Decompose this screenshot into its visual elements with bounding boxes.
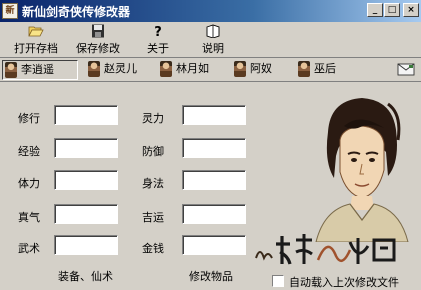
tab-zhao-linger[interactable]: 赵灵儿 xyxy=(86,60,150,80)
xiuxing-field[interactable] xyxy=(54,105,118,125)
equip-skills-button[interactable]: 装备、仙术 xyxy=(58,268,113,284)
about-label: 关于 xyxy=(147,42,169,55)
lingli-field[interactable] xyxy=(182,105,246,125)
stat-label-zhenqi: 真气 xyxy=(18,211,40,224)
wushu-field[interactable] xyxy=(54,235,118,255)
svg-text:?: ? xyxy=(154,25,162,38)
tab-label: 赵灵儿 xyxy=(104,62,137,75)
stat-label-xiuxing: 修行 xyxy=(18,112,40,125)
tab-label: 巫后 xyxy=(314,62,336,75)
stat-label-jingyan: 经验 xyxy=(18,145,40,158)
save-changes-label: 保存修改 xyxy=(76,42,120,55)
fangyu-field[interactable] xyxy=(182,138,246,158)
minimize-button[interactable]: _ xyxy=(367,3,383,17)
book-icon xyxy=(206,24,220,38)
help-label: 说明 xyxy=(202,42,224,55)
toolbar: 打开存档 保存修改 ? 关于 说明 xyxy=(0,22,421,58)
zhenqi-field[interactable] xyxy=(54,204,118,224)
character-tabs: 李逍遥 赵灵儿 林月如 阿奴 巫后 xyxy=(0,58,421,82)
stat-label-shenfa: 身法 xyxy=(142,177,164,190)
help-button[interactable]: 说明 xyxy=(195,24,231,56)
shenfa-field[interactable] xyxy=(182,170,246,190)
tili-field[interactable] xyxy=(54,170,118,190)
envelope-icon[interactable] xyxy=(397,63,415,76)
tab-label: 李逍遥 xyxy=(21,63,54,76)
auto-load-label: 自动载入上次修改文件 xyxy=(289,276,399,289)
app-icon[interactable]: 新 xyxy=(2,3,18,19)
tab-wuhou[interactable]: 巫后 xyxy=(296,60,352,80)
auto-load-checkbox[interactable] xyxy=(272,275,284,287)
maximize-button[interactable]: □ xyxy=(384,3,400,17)
jinqian-field[interactable] xyxy=(182,235,246,255)
window-title: 新仙剑奇侠传修改器 xyxy=(22,5,131,19)
stat-label-fangyu: 防御 xyxy=(142,145,164,158)
title-bar[interactable]: 新 新仙剑奇侠传修改器 _ □ × xyxy=(0,0,421,22)
character-portrait-icon xyxy=(234,61,246,77)
stat-label-wushu: 武术 xyxy=(18,242,40,255)
tab-label: 林月如 xyxy=(176,62,209,75)
tab-lin-yueru[interactable]: 林月如 xyxy=(158,60,224,80)
close-button[interactable]: × xyxy=(403,3,419,17)
open-save-button[interactable]: 打开存档 xyxy=(10,24,62,56)
stat-label-jiyun: 吉运 xyxy=(142,211,164,224)
jingyan-field[interactable] xyxy=(54,138,118,158)
character-illustration xyxy=(315,98,409,242)
open-folder-icon xyxy=(28,26,44,37)
character-portrait-icon xyxy=(298,61,310,77)
app-window: 新 新仙剑奇侠传修改器 _ □ × 打开存档 保存修改 ? 关于 说明 李逍遥 … xyxy=(0,0,421,289)
about-button[interactable]: ? 关于 xyxy=(140,24,176,56)
modify-items-button[interactable]: 修改物品 xyxy=(189,268,233,284)
stat-label-tili: 体力 xyxy=(18,177,40,190)
stat-label-lingli: 灵力 xyxy=(142,112,164,125)
calligraphy-logo xyxy=(255,234,396,265)
tab-li-xiaoyao[interactable]: 李逍遥 xyxy=(2,60,78,80)
floppy-disk-icon xyxy=(92,24,104,38)
character-portrait-icon xyxy=(160,61,172,77)
stat-label-jinqian: 金钱 xyxy=(142,242,164,255)
jiyun-field[interactable] xyxy=(182,204,246,224)
save-changes-button[interactable]: 保存修改 xyxy=(70,24,126,56)
character-portrait-icon xyxy=(5,62,17,78)
character-portrait-icon xyxy=(88,61,100,77)
tab-anu[interactable]: 阿奴 xyxy=(232,60,288,80)
question-icon: ? xyxy=(154,25,162,38)
tab-label: 阿奴 xyxy=(250,62,272,75)
open-save-label: 打开存档 xyxy=(14,42,58,55)
